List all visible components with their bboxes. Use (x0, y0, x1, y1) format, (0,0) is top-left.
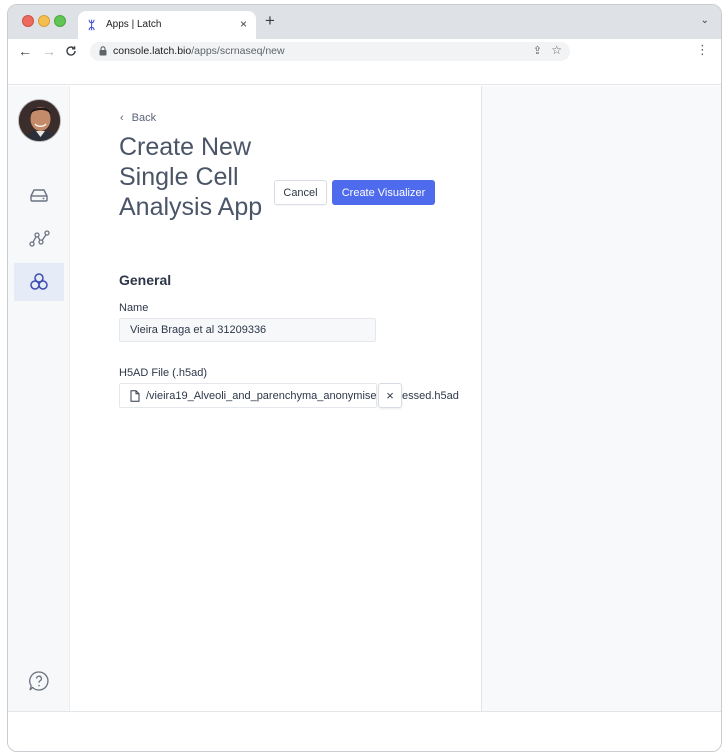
bottom-bar (8, 711, 721, 751)
cancel-button[interactable]: Cancel (274, 180, 327, 205)
close-window-button[interactable] (22, 15, 34, 27)
url-text: console.latch.bio/apps/scrnaseq/new (113, 45, 285, 57)
create-visualizer-button[interactable]: Create Visualizer (332, 180, 435, 205)
preview-panel (482, 86, 721, 711)
bookmark-bar (8, 65, 721, 85)
tab-strip: ᛯ Apps | Latch × + ⌄ (8, 5, 721, 39)
tab-apps-latch[interactable]: ᛯ Apps | Latch × (78, 11, 256, 39)
reload-icon[interactable] (65, 43, 77, 61)
browser-window: ᛯ Apps | Latch × + ⌄ ← → console.latch.b… (7, 4, 722, 752)
help-icon[interactable] (27, 669, 51, 693)
drive-icon (30, 189, 48, 202)
name-input[interactable] (119, 318, 376, 342)
name-label: Name (119, 302, 149, 314)
section-title-general: General (119, 272, 172, 288)
avatar[interactable] (18, 99, 61, 142)
browser-menu-icon[interactable]: ⋮ (696, 43, 709, 57)
chevron-left-icon: ‹ (120, 112, 124, 124)
back-link[interactable]: ‹ Back (120, 112, 156, 124)
h5ad-file-field[interactable]: /vieira19_Alveoli_and_parenchyma_anonymi… (119, 383, 377, 408)
h5ad-label: H5AD File (.h5ad) (119, 367, 208, 379)
back-label: Back (131, 112, 157, 124)
avatar-portrait-icon (19, 100, 60, 141)
tab-close-icon[interactable]: × (240, 17, 247, 31)
sidebar-item-apps[interactable] (14, 263, 64, 301)
app-content: ‹ Back Create New Single Cell Analysis Ap… (8, 86, 721, 711)
forward-arrow-icon[interactable]: → (42, 43, 56, 59)
h5ad-file-path: /vieira19_Alveoli_and_parenchyma_anonymi… (146, 390, 377, 402)
bookmark-star-icon[interactable]: ☆ (551, 43, 562, 57)
workflow-icon (29, 230, 50, 247)
back-arrow-icon[interactable]: ← (18, 43, 32, 59)
latch-favicon-icon: ᛯ (88, 18, 96, 32)
zoom-window-button[interactable] (54, 15, 66, 27)
address-bar[interactable]: console.latch.bio/apps/scrnaseq/new ⇪ ☆ (90, 42, 570, 61)
sidebar-item-workflows[interactable] (14, 220, 64, 258)
apps-icon (30, 273, 48, 290)
sidebar (8, 86, 70, 711)
main-panel: ‹ Back Create New Single Cell Analysis Ap… (70, 86, 482, 711)
new-tab-button[interactable]: + (265, 12, 275, 30)
tab-title: Apps | Latch (106, 19, 162, 30)
page-title: Create New Single Cell Analysis App (119, 133, 263, 221)
minimize-window-button[interactable] (38, 15, 50, 27)
file-icon (130, 390, 140, 402)
tab-search-icon[interactable]: ⌄ (701, 15, 709, 26)
clear-file-button[interactable]: × (378, 383, 402, 408)
browser-toolbar: ← → console.latch.bio/apps/scrnaseq/new … (8, 39, 721, 65)
share-icon[interactable]: ⇪ (533, 44, 542, 57)
sidebar-item-drive[interactable] (14, 176, 64, 214)
lock-icon (99, 46, 107, 56)
h5ad-file-path-overflow: essed.h5ad (402, 390, 459, 402)
